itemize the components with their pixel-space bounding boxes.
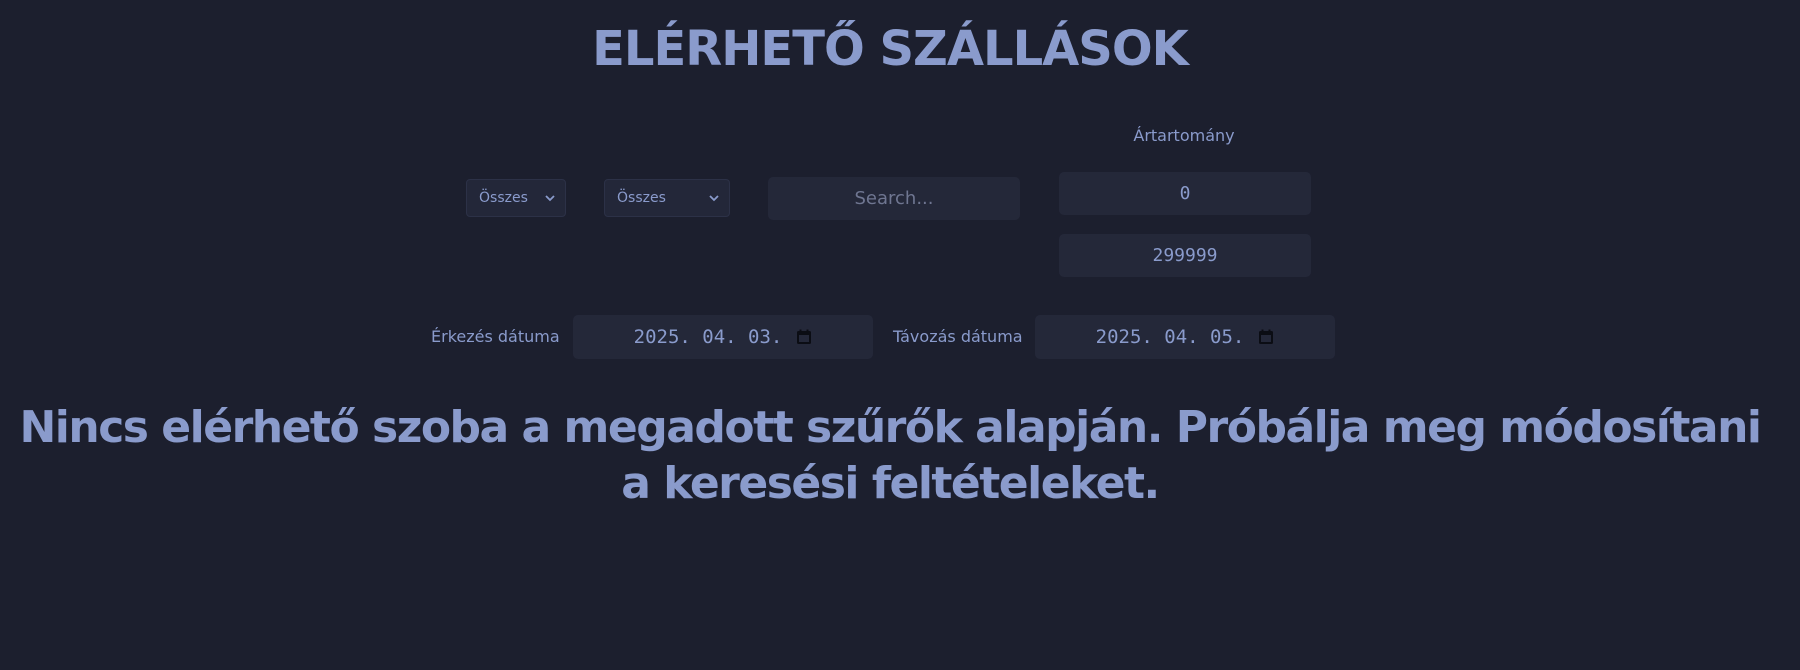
- chevron-down-icon: [709, 195, 719, 202]
- chevron-down-icon: [545, 195, 555, 202]
- departure-date-label: Távozás dátuma: [893, 327, 1023, 346]
- calendar-icon[interactable]: [796, 329, 812, 345]
- departure-date-input[interactable]: 2025. 04. 05.: [1035, 315, 1335, 359]
- no-results-message: Nincs elérhető szoba a megadott szűrők a…: [19, 402, 1762, 509]
- price-range-label: Ártartomány: [1133, 126, 1235, 145]
- search-input[interactable]: Search...: [768, 177, 1020, 220]
- filter-select-2-value: Összes: [617, 190, 666, 206]
- calendar-icon[interactable]: [1258, 329, 1274, 345]
- arrival-date-value: 2025. 04. 03.: [633, 326, 783, 348]
- page-title: ELÉRHETŐ SZÁLLÁSOK: [592, 21, 1189, 77]
- arrival-date-label: Érkezés dátuma: [431, 327, 560, 346]
- price-max-input[interactable]: 299999: [1059, 234, 1311, 277]
- departure-date-value: 2025. 04. 05.: [1095, 326, 1245, 348]
- arrival-date-input[interactable]: 2025. 04. 03.: [573, 315, 873, 359]
- filter-select-1[interactable]: Összes: [466, 179, 566, 217]
- price-min-input[interactable]: 0: [1059, 172, 1311, 215]
- price-max-value: 299999: [1152, 245, 1218, 266]
- price-min-value: 0: [1179, 183, 1191, 204]
- search-placeholder: Search...: [854, 188, 934, 209]
- filter-select-1-value: Összes: [479, 190, 528, 206]
- filter-select-2[interactable]: Összes: [604, 179, 730, 217]
